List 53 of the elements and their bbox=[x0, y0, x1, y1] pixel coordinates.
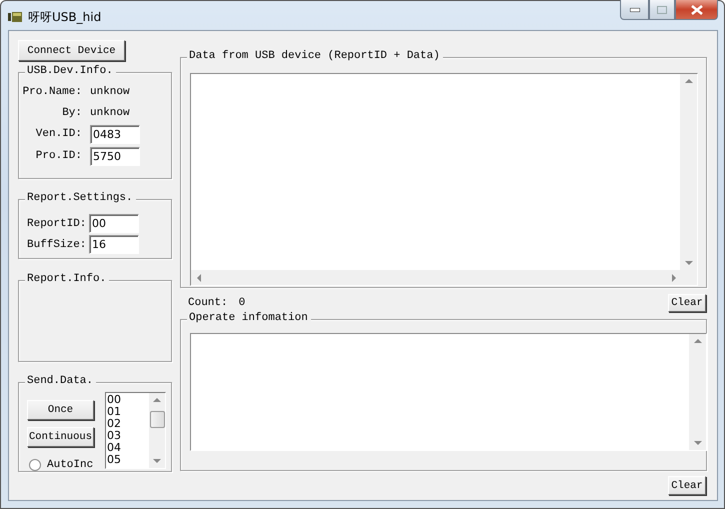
close-button[interactable] bbox=[675, 0, 718, 20]
scroll-down-icon[interactable] bbox=[153, 458, 161, 464]
minimize-icon bbox=[630, 8, 640, 12]
group-title: Report.Settings. bbox=[25, 192, 136, 204]
minimize-button[interactable] bbox=[620, 0, 649, 20]
field-label: Pro.ID: bbox=[34, 150, 82, 162]
scroll-down-icon[interactable] bbox=[684, 260, 692, 266]
list-item[interactable]: 05 bbox=[107, 454, 149, 466]
field-value: unknow bbox=[90, 106, 131, 118]
input-field[interactable]: 16 bbox=[89, 235, 139, 254]
scroll-up-icon[interactable] bbox=[684, 78, 692, 84]
list-item[interactable]: 02 bbox=[107, 418, 149, 430]
group-title: Send.Data. bbox=[25, 375, 96, 387]
count-value: 0 bbox=[238, 297, 246, 309]
input-field[interactable]: 5750 bbox=[90, 146, 140, 166]
list-item[interactable]: 00 bbox=[107, 394, 149, 406]
list-item[interactable]: 04 bbox=[107, 442, 149, 454]
scroll-thumb[interactable] bbox=[150, 411, 165, 428]
radio-label: AutoInc bbox=[47, 459, 94, 471]
value-listbox[interactable]: 00 01 02 03 04 05 bbox=[105, 392, 166, 469]
scroll-up-icon[interactable] bbox=[694, 338, 702, 344]
vertical-scrollbar[interactable] bbox=[680, 74, 697, 270]
scroll-up-icon[interactable] bbox=[153, 397, 161, 403]
list-item[interactable]: 03 bbox=[107, 430, 149, 442]
connect-device-button[interactable]: Connect Device bbox=[18, 40, 125, 61]
list-item[interactable]: 01 bbox=[107, 406, 149, 418]
clear-button[interactable]: Clear bbox=[668, 294, 706, 312]
group-title: Operate infomation bbox=[187, 312, 311, 324]
input-field[interactable]: 0483 bbox=[90, 124, 140, 144]
group-title: Data from USB device (ReportID + Data) bbox=[187, 50, 443, 62]
horizontal-scrollbar[interactable] bbox=[191, 270, 697, 285]
field-value: unknow bbox=[90, 86, 131, 98]
scroll-down-icon[interactable] bbox=[694, 440, 702, 446]
vertical-scrollbar[interactable] bbox=[149, 393, 165, 468]
count-label: Count: bbox=[188, 297, 228, 309]
window-title: 呀呀USB_hid bbox=[28, 9, 102, 26]
autoinc-radio[interactable] bbox=[29, 459, 41, 471]
send-button[interactable]: Once bbox=[27, 400, 94, 420]
field-label: By: bbox=[61, 106, 82, 118]
maximize-button[interactable] bbox=[649, 0, 675, 20]
scroll-left-icon[interactable] bbox=[196, 274, 202, 282]
scroll-right-icon[interactable] bbox=[671, 274, 677, 282]
send-button[interactable]: Continuous bbox=[27, 427, 94, 447]
field-label: Ven.ID: bbox=[34, 128, 82, 140]
field-label: Pro.Name: bbox=[22, 86, 82, 98]
close-icon bbox=[690, 4, 702, 14]
group-title: Report.Info. bbox=[25, 273, 110, 285]
vertical-scrollbar[interactable] bbox=[689, 334, 706, 450]
group-title: USB.Dev.Info. bbox=[25, 65, 116, 77]
app-icon bbox=[8, 10, 22, 22]
clear-button[interactable]: Clear bbox=[668, 476, 706, 495]
maximize-icon bbox=[657, 6, 667, 14]
input-field[interactable]: 00 bbox=[89, 214, 139, 233]
